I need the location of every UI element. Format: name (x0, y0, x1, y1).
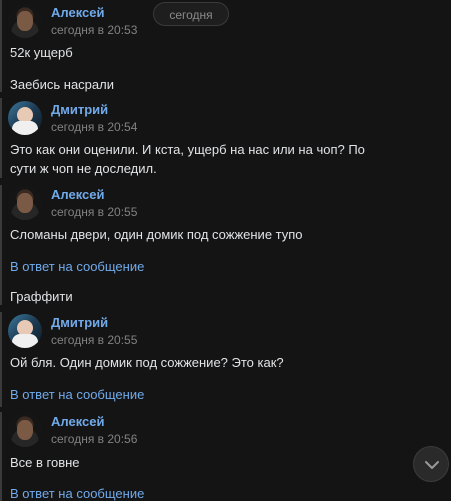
author-name[interactable]: Алексей (51, 187, 105, 202)
message-rail (0, 185, 2, 305)
author-name[interactable]: Дмитрий (51, 315, 108, 330)
date-divider: сегодня (153, 2, 229, 26)
reply-link[interactable]: В ответ на сообщение (10, 486, 144, 501)
message-rail (0, 0, 2, 92)
author-name[interactable]: Алексей (51, 414, 105, 429)
message-rail (0, 412, 2, 501)
author-name[interactable]: Дмитрий (51, 102, 108, 117)
message-text: Это как они оценили. И кста, ущерб на на… (10, 142, 365, 176)
message-text: Все в говне (10, 455, 80, 470)
author-name[interactable]: Алексей (51, 5, 105, 20)
avatar[interactable] (8, 314, 42, 348)
reply-link[interactable]: В ответ на сообщение (10, 259, 144, 274)
avatar[interactable] (8, 101, 42, 135)
message-text: Сломаны двери, один домик под сожжение т… (10, 227, 303, 242)
message-rail (0, 312, 2, 407)
message-text: 52к ущерб (10, 45, 73, 60)
message-text: Заебись насрали (10, 77, 114, 92)
scroll-down-button[interactable] (413, 446, 449, 482)
message-time: сегодня в 20:53 (51, 23, 138, 37)
message-text: Ой бля. Один домик под сожжение? Это как… (10, 355, 284, 370)
reply-link[interactable]: В ответ на сообщение (10, 387, 144, 402)
message-time: сегодня в 20:56 (51, 432, 138, 446)
chevron-down-icon (425, 461, 439, 469)
avatar[interactable] (8, 4, 42, 38)
message-time: сегодня в 20:54 (51, 120, 138, 134)
avatar[interactable] (8, 413, 42, 447)
message-text: Граффити (10, 289, 73, 304)
chat-history: Алексей сегодня в 20:53 сегодня 52к ущер… (0, 0, 451, 501)
message-time: сегодня в 20:55 (51, 205, 138, 219)
message-rail (0, 98, 2, 178)
message-time: сегодня в 20:55 (51, 333, 138, 347)
avatar[interactable] (8, 186, 42, 220)
